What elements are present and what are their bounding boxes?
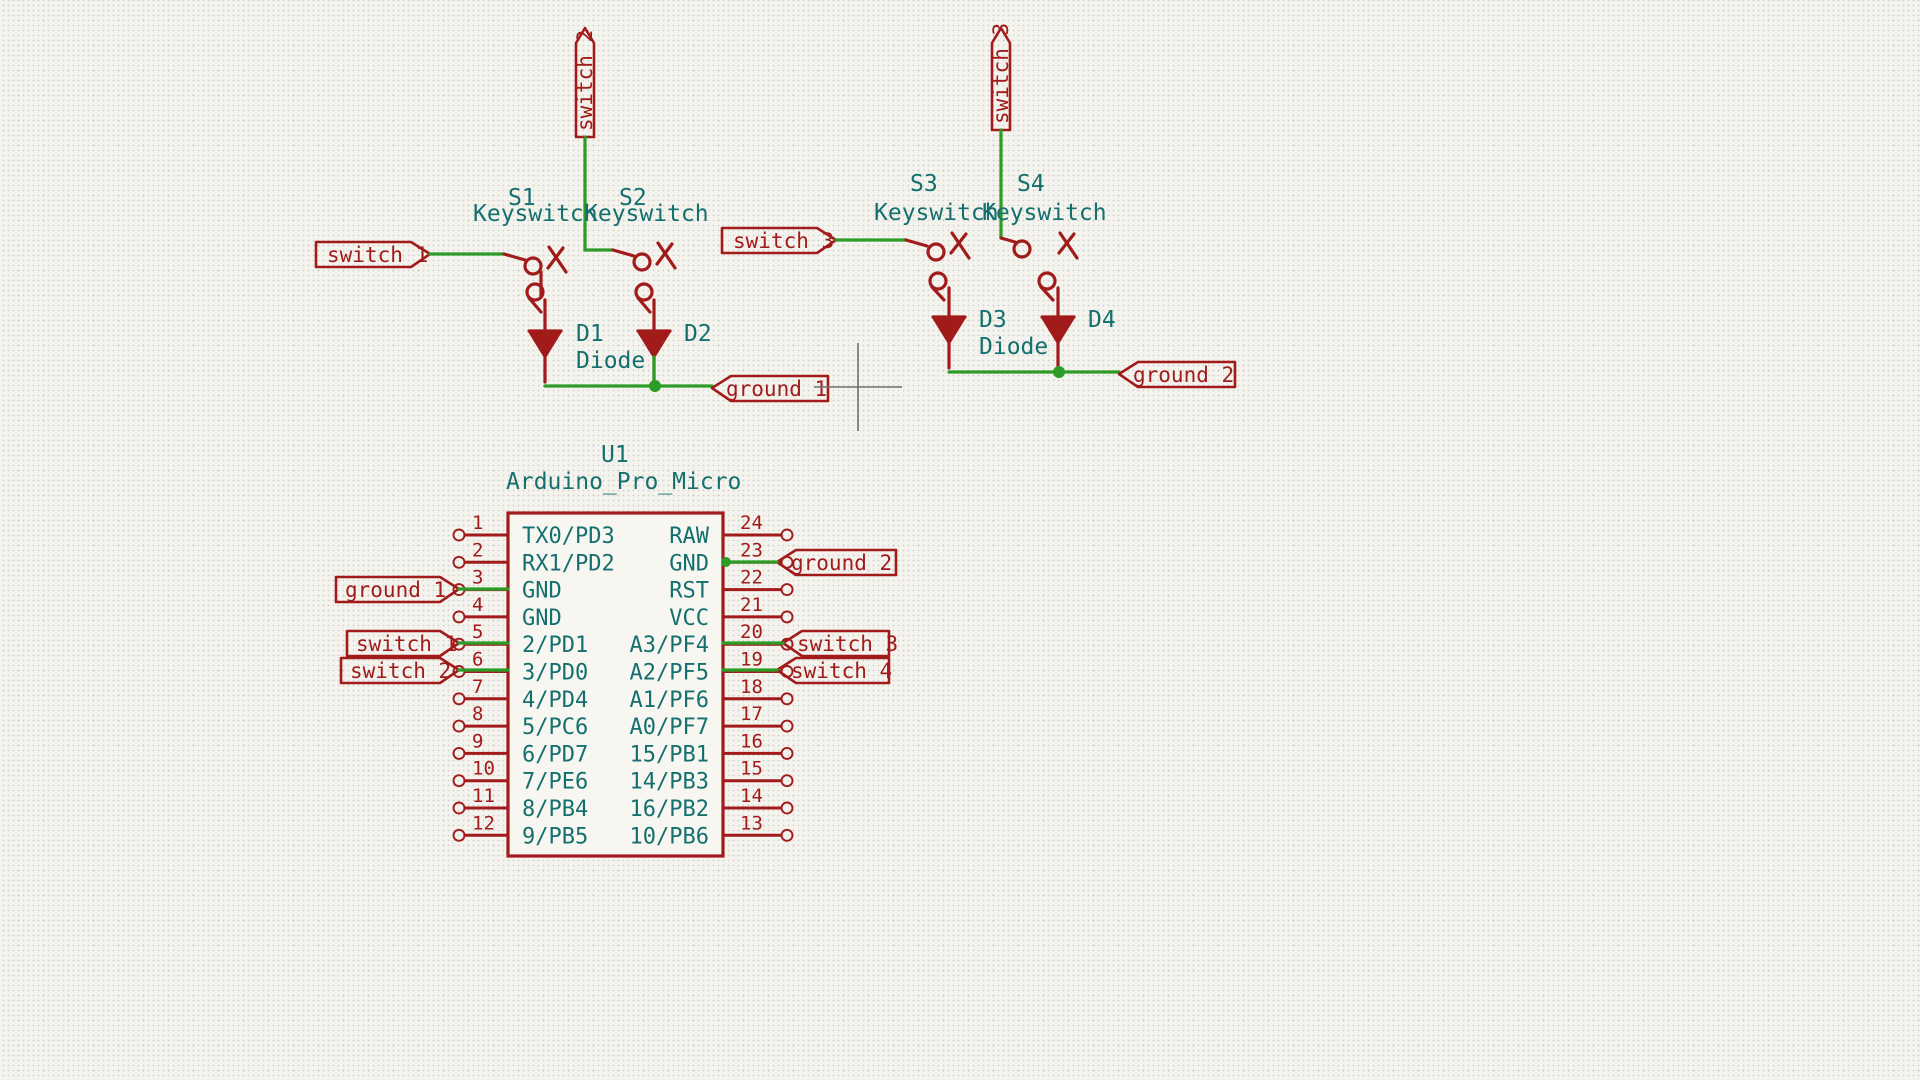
keyswitch-s3[interactable] [904,231,971,302]
switch-value-s3: Keyswitch [874,200,999,226]
pin-number: 1 [472,512,483,534]
pin-label: VCC [669,606,709,631]
hier-label-ground1[interactable]: ground 1 [710,374,830,403]
diode-ref-d2: D2 [684,321,712,347]
diode-ref-d4: D4 [1088,307,1116,333]
hier-label-switch4-u1[interactable]: switch 4 [775,656,892,685]
hier-label-text: ground 1 [345,578,446,602]
pin-label: 9/PB5 [522,824,588,849]
hier-label-switch2-vertical[interactable]: switch 2 [573,26,597,139]
hier-label-ground1-u1[interactable]: ground 1 [334,575,461,604]
hier-label-text: switch 1 [327,243,428,267]
switch-value-s2: Keyswitch [584,201,709,227]
hier-label-switch3-vertical[interactable]: switch 3 [989,23,1013,132]
pin-label: 5/PC6 [522,715,588,740]
pin-number: 18 [740,676,763,698]
pin-label: GND [522,606,562,631]
hier-label-text: switch 3 [733,229,834,253]
diode-d1[interactable] [527,298,563,384]
keyswitch-s1[interactable] [502,245,568,314]
pin-number: 3 [472,567,483,589]
schematic-drawing: switch 2 switch 1 S1 Keyswitch S2 Keyswi… [314,23,1237,858]
pin-label: 14/PB3 [630,770,709,795]
pin-label: A0/PF7 [630,715,709,740]
hier-label-text: switch 3 [797,632,898,656]
pin-label: 8/PB4 [522,797,588,822]
pin-number: 8 [472,703,483,725]
hier-label-ground2-u1[interactable]: ground 2 [775,548,898,577]
hier-label-text: ground 2 [1133,363,1234,387]
junction-dot [649,380,661,392]
pin-number: 22 [740,567,763,589]
switch-value-s1: Keyswitch [473,201,598,227]
pin-label: 2/PD1 [522,633,588,658]
keyswitch-s2[interactable] [611,241,677,314]
pin-label: A2/PF5 [630,661,709,686]
pin-number: 23 [740,539,763,561]
pin-label: RAW [669,524,709,549]
diode-ref-d3: D3 [979,307,1007,333]
diode-d3[interactable] [931,286,967,370]
crosshair-cursor [814,343,902,431]
pin-number: 21 [740,594,763,616]
pin-label: A1/PF6 [630,688,709,713]
pin-label: GND [669,551,709,576]
pin-number: 5 [472,621,483,643]
switch-value-s4: Keyswitch [982,200,1107,226]
diode-value-d3: Diode [979,334,1048,360]
hier-label-ground2[interactable]: ground 2 [1117,360,1237,389]
pin-label: RST [669,579,709,604]
ic-ref-u1: U1 [601,442,629,468]
keyswitch-s4[interactable] [999,231,1079,302]
junction-dot [1053,366,1065,378]
pin-number: 15 [740,758,763,780]
hier-label-switch3-u1[interactable]: switch 3 [781,629,898,658]
hier-label-switch1[interactable]: switch 1 [314,240,432,269]
pin-number: 7 [472,676,483,698]
hier-label-switch1-u1[interactable]: switch 1 [345,629,461,658]
hier-label-text: ground 1 [726,377,827,401]
diode-ref-d1: D1 [576,321,604,347]
hier-label-text: ground 2 [791,551,892,575]
hier-label-switch2-u1[interactable]: switch 2 [339,656,461,685]
pin-label: TX0/PD3 [522,524,615,549]
pin-label: GND [522,579,562,604]
pin-number: 9 [472,730,483,752]
switch-ref-s3: S3 [910,171,938,197]
hier-label-switch3[interactable]: switch 3 [720,226,838,255]
pin-number: 19 [740,649,763,671]
pin-number: 11 [472,785,495,807]
pin-number: 10 [472,758,495,780]
pin-number: 6 [472,649,483,671]
pin-label: 6/PD7 [522,742,588,767]
hier-label-text: switch 3 [989,23,1013,124]
pin-label: 3/PD0 [522,661,588,686]
pin-number: 16 [740,730,763,752]
pin-label: A3/PF4 [630,633,709,658]
hier-label-text: switch 2 [573,30,597,131]
pin-number: 13 [740,812,763,834]
pin-label: 15/PB1 [630,742,709,767]
hier-label-text: switch 4 [791,659,892,683]
pin-number: 4 [472,594,483,616]
hier-label-text: switch 2 [350,659,451,683]
junction-dot [721,557,731,567]
pin-label: RX1/PD2 [522,551,615,576]
wire-switch2[interactable] [583,135,615,252]
pin-label: 16/PB2 [630,797,709,822]
pin-number: 12 [472,812,495,834]
pin-number: 24 [740,512,763,534]
switch-ref-s4: S4 [1017,171,1045,197]
hier-label-text: switch 1 [356,632,457,656]
pin-label: 10/PB6 [630,824,709,849]
pin-label: 4/PD4 [522,688,588,713]
schematic-canvas[interactable]: switch 2 switch 1 S1 Keyswitch S2 Keyswi… [0,0,1920,1080]
ic-value-u1: Arduino_Pro_Micro [506,469,741,495]
pin-label: 7/PE6 [522,770,588,795]
diode-value-d1: Diode [576,348,645,374]
pin-number: 17 [740,703,763,725]
pin-number: 14 [740,785,763,807]
pin-number: 20 [740,621,763,643]
pin-number: 2 [472,539,483,561]
